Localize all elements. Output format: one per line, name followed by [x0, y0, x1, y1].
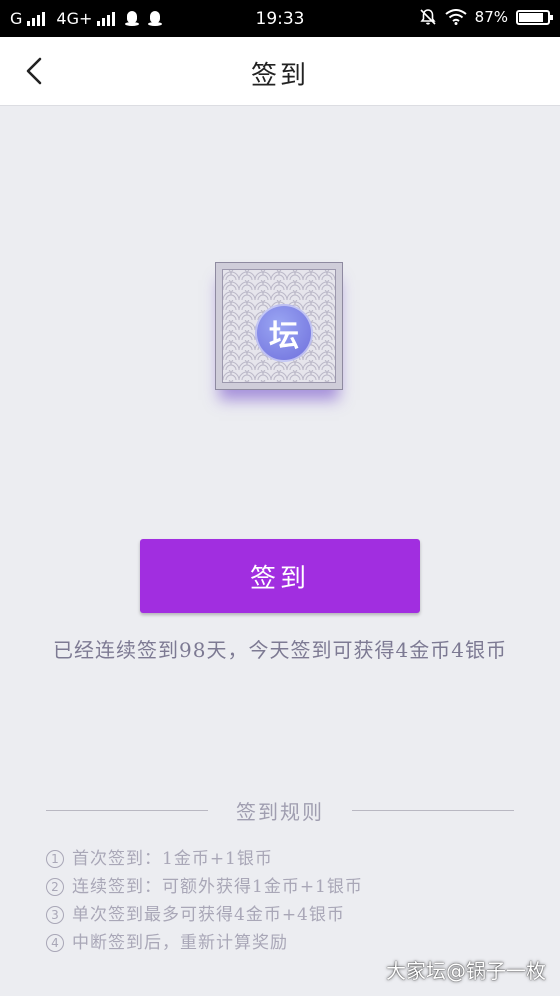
- page-title: 签到: [250, 61, 309, 91]
- nav-bar: 签到: [0, 37, 560, 106]
- rule-text: 首次签到：1金币+1银币: [72, 849, 273, 869]
- rule-number: 3: [46, 906, 64, 924]
- rule-text: 连续签到：可额外获得1金币+1银币: [72, 877, 363, 897]
- rule-item: 3 单次签到最多可获得4金币+4银币: [46, 901, 363, 929]
- forum-logo-badge: 坛: [255, 304, 313, 362]
- rule-number: 4: [46, 934, 64, 952]
- rules-list: 1 首次签到：1金币+1银币 2 连续签到：可额外获得1金币+1银币 3 单次签…: [46, 845, 363, 957]
- wifi-icon: [445, 9, 467, 25]
- rule-item: 2 连续签到：可额外获得1金币+1银币: [46, 873, 363, 901]
- rule-text: 中断签到后，重新计算奖励: [72, 933, 288, 953]
- battery-icon: [516, 9, 553, 25]
- rule-number: 2: [46, 878, 64, 896]
- logo-pattern: 坛: [222, 269, 336, 383]
- rule-item: 4 中断签到后，重新计算奖励: [46, 929, 363, 957]
- checkin-button[interactable]: 签到: [140, 539, 420, 613]
- status-right: 87%: [419, 8, 553, 26]
- streak-message: 已经连续签到98天，今天签到可获得4金币4银币: [53, 638, 507, 662]
- rule-item: 1 首次签到：1金币+1银币: [46, 845, 363, 873]
- mute-bell-icon: [420, 9, 436, 25]
- battery-level-fill: [519, 12, 544, 22]
- forum-logo-card: 坛: [215, 262, 343, 390]
- divider: [352, 810, 514, 811]
- rule-number: 1: [46, 850, 64, 868]
- divider: [46, 810, 208, 811]
- status-bar: G 4G+ 19:33 87%: [0, 0, 560, 37]
- rules-title: 签到规则: [236, 800, 324, 824]
- rules-header: 签到规则: [46, 796, 514, 825]
- rule-text: 单次签到最多可获得4金币+4银币: [72, 905, 345, 925]
- watermark: 大家坛@锅子一枚: [386, 959, 546, 983]
- battery-percent: 87%: [474, 8, 508, 26]
